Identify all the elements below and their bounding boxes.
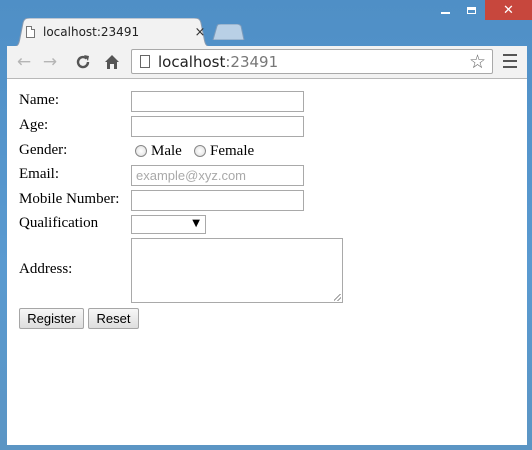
age-label: Age: bbox=[19, 117, 49, 133]
address-bar[interactable]: localhost:23491 ☆ bbox=[131, 49, 493, 74]
close-icon: ✕ bbox=[503, 2, 514, 18]
gender-male-label: Male bbox=[151, 143, 182, 159]
qualification-select[interactable]: ▼ bbox=[131, 215, 206, 234]
back-arrow-icon: ← bbox=[16, 52, 32, 72]
age-input[interactable] bbox=[131, 116, 304, 137]
resize-handle-icon[interactable] bbox=[334, 294, 341, 301]
dropdown-arrow-icon: ▼ bbox=[192, 218, 200, 229]
page-content: Name: Age: Gender: Male Female Email: ex… bbox=[7, 79, 527, 445]
gender-male-radio[interactable] bbox=[135, 145, 147, 157]
back-button[interactable]: ← bbox=[13, 52, 35, 72]
address-label: Address: bbox=[19, 261, 73, 277]
register-button[interactable]: Register bbox=[19, 308, 84, 329]
browser-toolbar: ← → localhost:23491 ☆ bbox=[7, 46, 527, 79]
minimize-button[interactable] bbox=[433, 0, 457, 20]
address-textarea[interactable] bbox=[131, 238, 343, 303]
new-tab-button[interactable] bbox=[211, 24, 245, 40]
menu-icon[interactable] bbox=[503, 54, 517, 72]
url-port: :23491 bbox=[225, 52, 279, 71]
mobile-number-input[interactable] bbox=[131, 190, 304, 211]
tab-title: localhost:23491 bbox=[43, 25, 140, 39]
reload-button[interactable] bbox=[72, 52, 94, 72]
minimize-icon bbox=[440, 12, 450, 14]
gender-female-label: Female bbox=[210, 143, 255, 159]
gender-label: Gender: bbox=[19, 142, 68, 158]
page-icon bbox=[26, 26, 35, 38]
email-label: Email: bbox=[19, 166, 59, 182]
url-text: localhost:23491 bbox=[158, 53, 278, 71]
qualification-label: Qualification bbox=[19, 215, 99, 231]
forward-button[interactable]: → bbox=[39, 52, 61, 72]
page-icon bbox=[140, 55, 150, 68]
maximize-icon bbox=[466, 6, 476, 14]
name-label: Name: bbox=[19, 92, 59, 108]
forward-arrow-icon: → bbox=[42, 52, 58, 72]
tab-close-icon[interactable]: × bbox=[194, 25, 206, 40]
reload-icon bbox=[76, 55, 90, 69]
maximize-button[interactable] bbox=[459, 0, 483, 20]
home-icon bbox=[105, 55, 119, 69]
bookmark-star-icon[interactable]: ☆ bbox=[469, 51, 486, 73]
reset-button[interactable]: Reset bbox=[88, 308, 139, 329]
email-input[interactable]: example@xyz.com bbox=[131, 165, 304, 186]
tab-content: localhost:23491 × bbox=[26, 22, 206, 42]
mobile-number-label: Mobile Number: bbox=[19, 191, 120, 207]
browser-window: ✕ localhost:23491 × ← → localhost:23491 … bbox=[0, 0, 532, 450]
gender-female-radio[interactable] bbox=[194, 145, 206, 157]
url-host: localhost bbox=[158, 52, 226, 71]
name-input[interactable] bbox=[131, 91, 304, 112]
home-button[interactable] bbox=[101, 52, 123, 72]
window-close-button[interactable]: ✕ bbox=[485, 0, 532, 20]
